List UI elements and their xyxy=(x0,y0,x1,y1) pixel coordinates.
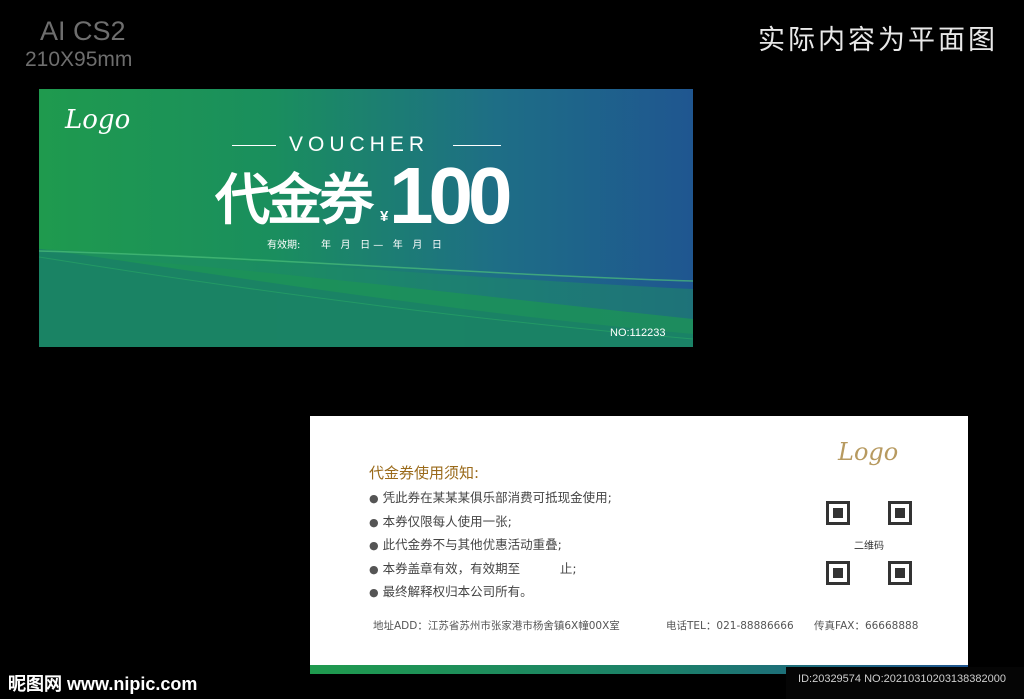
qr-code-placeholder: 二维码 xyxy=(826,501,912,585)
qr-label: 二维码 xyxy=(854,541,884,552)
voucher-amount: 100 xyxy=(389,151,513,240)
rule-item: ● 本券盖章有效，有效期至 止; xyxy=(369,560,577,576)
voucher-front: Logo VOUCHER 代金券 ¥ 100 有效期: 年 月 日 — 年 月 … xyxy=(39,89,693,347)
rule-item: ● 凭此券在某某某俱乐部消费可抵现金使用; xyxy=(369,490,612,505)
rule-item: ● 最终解释权归本公司所有。 xyxy=(369,584,533,599)
rules-list: ● 凭此券在某某某俱乐部消费可抵现金使用; ● 本券仅限每人使用一张; ● 此代金券不… xyxy=(369,486,612,604)
title-line-left xyxy=(232,145,276,146)
watermark-brand: 昵图网 www.nipic.com xyxy=(8,674,198,694)
rule-item: ● 本券仅限每人使用一张; xyxy=(369,513,512,529)
address-text: 地址ADD：江苏省苏州市张家港市杨舍镇6X幢00X室 xyxy=(373,620,620,632)
rule-item: ● 此代金券不与其他优惠活动重叠; xyxy=(369,537,562,552)
file-size-label: 210X95mm xyxy=(25,48,133,71)
currency-symbol: ¥ xyxy=(380,208,389,225)
bullet-icon: ● xyxy=(369,492,379,505)
rules-title: 代金券使用须知: xyxy=(369,464,480,482)
preview-note: 实际内容为平面图 xyxy=(758,25,998,56)
bullet-icon: ● xyxy=(369,562,379,576)
tel-text: 电话TEL：021-88886666 xyxy=(666,620,794,632)
qr-corner-icon xyxy=(888,561,912,585)
qr-corner-icon xyxy=(826,501,850,525)
voucher-back: Logo 代金券使用须知: ● 凭此券在某某某俱乐部消费可抵现金使用; ● 本券仅限… xyxy=(310,416,968,674)
qr-corner-icon xyxy=(888,501,912,525)
serial-number: NO:112233 xyxy=(610,327,666,339)
bullet-icon: ● xyxy=(369,539,379,552)
front-logo: Logo xyxy=(65,105,131,135)
back-logo: Logo xyxy=(838,438,899,466)
validity-dates: 年 月 日 — 年 月 日 xyxy=(321,240,442,251)
title-line-right xyxy=(453,145,501,146)
bullet-icon: ● xyxy=(369,586,379,599)
file-format-label: AI CS2 xyxy=(40,16,126,46)
qr-corner-icon xyxy=(826,561,850,585)
fax-text: 传真FAX：66668888 xyxy=(814,620,919,632)
watermark-id: ID:20329574 NO:20210310203138382000 xyxy=(798,673,1006,685)
voucher-title-cn: 代金券 xyxy=(215,168,374,232)
validity-label: 有效期: xyxy=(267,240,301,251)
bullet-icon: ● xyxy=(369,515,379,529)
